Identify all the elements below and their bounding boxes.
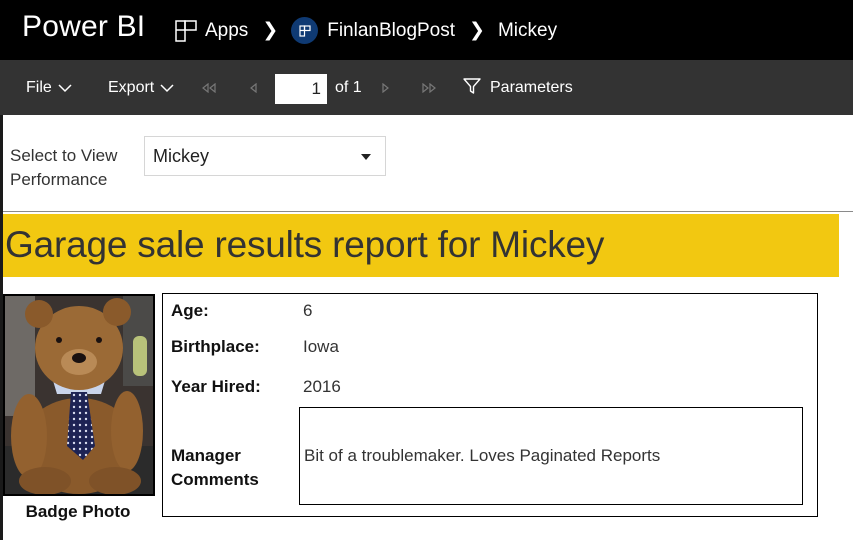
last-page-icon (422, 82, 436, 93)
next-page-icon (382, 82, 389, 93)
parameters-button[interactable]: Parameters (463, 60, 573, 115)
manager-comments-box: Bit of a troublemaker. Loves Paginated R… (299, 407, 803, 505)
next-page-button[interactable] (381, 60, 389, 115)
prev-page-button[interactable] (250, 60, 258, 115)
manager-comments-label-line1: Manager (171, 446, 241, 465)
manager-comments-text: Bit of a troublemaker. Loves Paginated R… (304, 446, 661, 465)
power-bi-logo[interactable]: Power BI (22, 10, 145, 44)
caret-down-icon (361, 154, 371, 160)
chevron-down-icon (58, 83, 72, 92)
chevron-right-icon: ❯ (469, 20, 485, 41)
prev-page-icon (250, 82, 257, 93)
report-title: Garage sale results report for Mickey (5, 224, 605, 265)
export-label: Export (108, 78, 155, 96)
year-hired-label: Year Hired: (171, 377, 261, 396)
first-page-icon (202, 82, 216, 93)
report-title-band: Garage sale results report for Mickey (3, 214, 839, 277)
manager-comments-label: Manager Comments (171, 444, 259, 492)
parameters-divider (3, 211, 853, 212)
workspace-badge-icon (291, 17, 319, 44)
birthplace-value: Iowa (303, 337, 339, 356)
manager-comments-label-line2: Comments (171, 470, 259, 489)
parameter-label-line2: Performance (10, 170, 108, 189)
page-number-input[interactable] (275, 74, 327, 104)
page-count: of 1 (335, 78, 362, 96)
breadcrumb-workspace[interactable]: FinlanBlogPost (327, 20, 455, 42)
year-hired-value: 2016 (303, 377, 341, 396)
employee-details-panel: Age: 6 Birthplace: Iowa Year Hired: 2016… (162, 293, 818, 517)
filter-icon (463, 77, 481, 94)
top-header: Power BI Apps ❯ FinlanBlogPost ❯ Mickey (0, 0, 853, 60)
age-value: 6 (303, 301, 313, 320)
parameter-label-line1: Select to View (10, 146, 118, 165)
apps-grid-icon (175, 19, 205, 42)
birthplace-label: Birthplace: (171, 337, 260, 356)
breadcrumb: Apps ❯ FinlanBlogPost ❯ Mickey (175, 17, 557, 44)
parameter-label: Select to View Performance (10, 144, 117, 192)
chevron-down-icon (160, 83, 174, 92)
chevron-right-icon: ❯ (262, 20, 279, 41)
selected-value: Mickey (153, 145, 210, 166)
export-menu-button[interactable]: Export (108, 60, 174, 115)
breadcrumb-report[interactable]: Mickey (498, 20, 557, 42)
age-label: Age: (171, 301, 209, 320)
teddy-bear-image (5, 296, 153, 494)
badge-photo-caption: Badge Photo (25, 502, 131, 521)
file-label: File (26, 78, 52, 96)
last-page-button[interactable] (421, 60, 437, 115)
file-menu-button[interactable]: File (26, 60, 72, 115)
breadcrumb-apps[interactable]: Apps (205, 20, 248, 42)
first-page-button[interactable] (201, 60, 217, 115)
performance-select-dropdown[interactable]: Mickey (144, 136, 386, 176)
parameters-label: Parameters (490, 78, 573, 96)
report-toolbar: File Export of 1 Parameters (0, 60, 853, 115)
badge-photo (3, 294, 155, 496)
